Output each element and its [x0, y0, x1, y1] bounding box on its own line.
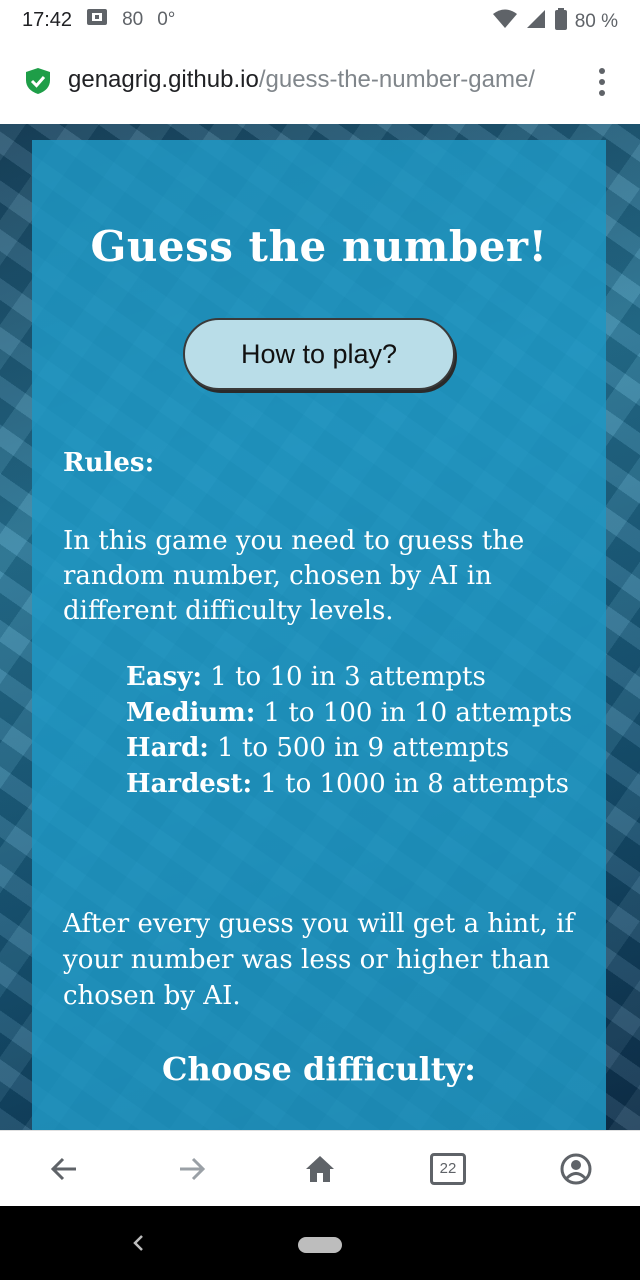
temperature: 0°	[157, 9, 176, 30]
level-desc: 1 to 10 in 3 attempts	[202, 662, 486, 692]
choose-difficulty-heading: Choose difficulty:	[162, 1050, 476, 1088]
level-desc: 1 to 500 in 9 attempts	[208, 733, 510, 763]
status-time: 17:42	[22, 8, 73, 31]
level-hard: Hard: 1 to 500 in 9 attempts	[126, 731, 576, 767]
notification-value: 80	[122, 9, 144, 30]
level-easy: Easy: 1 to 10 in 3 attempts	[126, 660, 576, 696]
difficulty-levels-list: Easy: 1 to 10 in 3 attempts Medium: 1 to…	[126, 660, 576, 802]
level-name: Medium:	[126, 697, 256, 728]
rules-heading: Rules:	[63, 448, 155, 478]
level-medium: Medium: 1 to 100 in 10 attempts	[126, 696, 576, 732]
how-to-play-button[interactable]: How to play?	[183, 318, 455, 390]
tab-switcher-button[interactable]: 22	[430, 1153, 466, 1185]
rules-intro: In this game you need to guess the rando…	[63, 526, 525, 626]
level-hardest: Hardest: 1 to 1000 in 8 attempts	[126, 767, 576, 803]
system-nav-bar	[0, 1206, 640, 1280]
level-desc: 1 to 100 in 10 attempts	[255, 697, 573, 728]
forward-arrow-icon[interactable]	[174, 1151, 214, 1187]
level-name: Hard:	[126, 733, 209, 763]
home-icon[interactable]	[302, 1151, 342, 1187]
page-title: Guess the number!	[90, 222, 548, 271]
account-icon[interactable]	[558, 1151, 598, 1187]
level-desc: 1 to 1000 in 8 attempts	[252, 768, 569, 799]
game-panel: Guess the number! How to play? Rules: In…	[32, 140, 606, 1130]
hint-text: After every guess you will get a hint, i…	[63, 909, 575, 1011]
level-name: Easy:	[126, 662, 203, 692]
battery-percent: 80 %	[574, 11, 618, 32]
more-menu-icon[interactable]	[596, 68, 608, 98]
level-name: Hardest:	[126, 768, 253, 799]
url-domain: genagrig.github.io	[68, 66, 259, 93]
back-arrow-icon[interactable]	[46, 1151, 86, 1187]
wifi-icon	[492, 9, 517, 35]
notification-icon	[86, 8, 108, 32]
page-viewport: Guess the number! How to play? Rules: In…	[0, 124, 640, 1130]
secure-lock-icon[interactable]	[26, 68, 50, 94]
system-back-icon[interactable]	[128, 1230, 148, 1260]
url-field[interactable]: genagrig.github.io/guess-the-number-game…	[68, 66, 535, 94]
status-bar: 17:42 80 0° 80 %	[0, 0, 640, 40]
browser-url-bar: genagrig.github.io/guess-the-number-game…	[0, 40, 640, 124]
system-home-pill[interactable]	[298, 1237, 342, 1253]
url-path: /guess-the-number-game/	[258, 66, 535, 93]
browser-bottom-toolbar: 22	[0, 1130, 640, 1206]
battery-icon	[554, 8, 567, 36]
signal-icon	[525, 9, 547, 35]
